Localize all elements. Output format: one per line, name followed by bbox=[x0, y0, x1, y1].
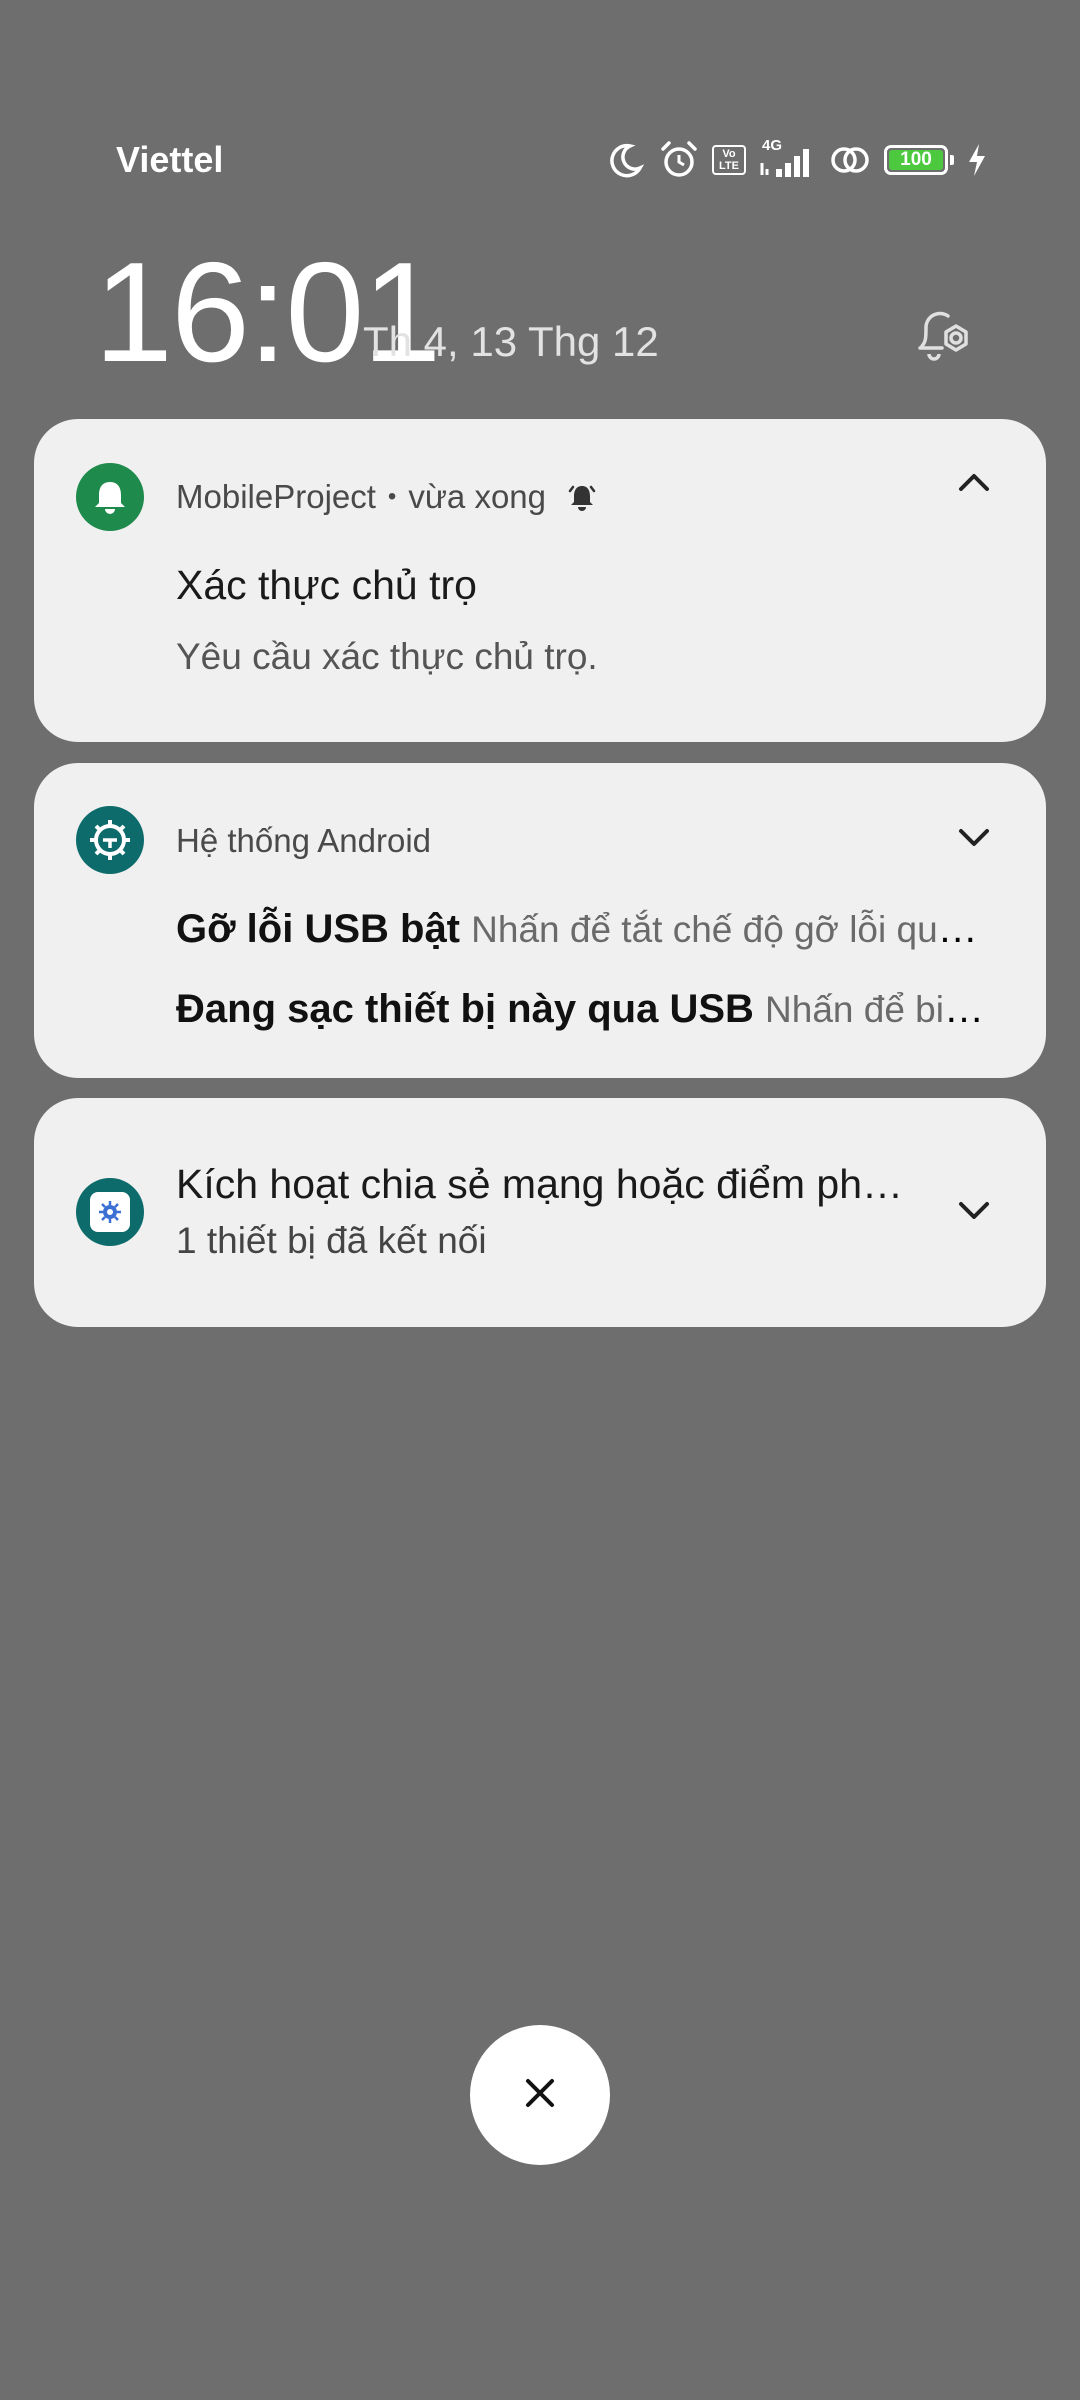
android-system-icon bbox=[76, 806, 144, 874]
volte-top-label: Vo bbox=[722, 148, 736, 160]
notification-settings-button[interactable] bbox=[912, 302, 978, 368]
clear-all-button[interactable] bbox=[470, 2025, 610, 2165]
notification-title: Xác thực chủ trọ bbox=[176, 562, 477, 608]
alarm-icon bbox=[658, 139, 700, 181]
battery-level: 100 bbox=[900, 149, 932, 170]
moon-icon bbox=[606, 140, 646, 180]
battery-icon: 100 bbox=[884, 145, 954, 175]
notification-shade: Viettel Vo LTE 4G 100 16:01 Th 4, 13 Thg… bbox=[0, 0, 1080, 2400]
expand-button[interactable] bbox=[944, 809, 1004, 869]
notification-card-tethering[interactable]: Kích hoạt chia sẻ mạng hoặc điểm phát só… bbox=[34, 1098, 1046, 1327]
row-title: Đang sạc thiết bị này qua USB bbox=[176, 987, 754, 1031]
chevron-up-icon bbox=[954, 463, 994, 508]
status-icons: Vo LTE 4G 100 bbox=[606, 134, 988, 186]
notification-body: 1 thiết bị đã kết nối bbox=[176, 1220, 487, 1261]
bell-icon bbox=[76, 463, 144, 531]
notification-settings-icon bbox=[912, 311, 978, 372]
expand-button[interactable] bbox=[944, 1182, 1004, 1242]
row-text: Nhấn để tắt chế độ gỡ lỗi qua USB bbox=[471, 909, 996, 950]
app-name: MobileProject bbox=[176, 478, 376, 515]
notification-header: Hệ thống Android bbox=[176, 819, 431, 863]
notification-time: vừa xong bbox=[408, 478, 546, 515]
notification-row-usb-debug[interactable]: Gỡ lỗi USB bật Nhấn để tắt chế độ gỡ lỗi… bbox=[176, 903, 996, 956]
carrier-label: Viettel bbox=[116, 139, 224, 180]
close-icon bbox=[520, 2073, 560, 2118]
notification-card-android-system[interactable]: Hệ thống Android Gỡ lỗi USB bật Nhấn để … bbox=[34, 763, 1046, 1078]
alert-bell-icon bbox=[566, 481, 598, 513]
chevron-down-icon bbox=[954, 1190, 994, 1235]
notification-card-mobileproject[interactable]: MobileProject • vừa xong Xác thực chủ tr… bbox=[34, 419, 1046, 742]
date-label: Th 4, 13 Thg 12 bbox=[363, 318, 659, 365]
collapse-button[interactable] bbox=[944, 455, 1004, 515]
volte-icon: Vo LTE bbox=[712, 145, 746, 175]
signal-icon: 4G bbox=[758, 137, 816, 181]
row-title: Gỡ lỗi USB bật bbox=[176, 907, 461, 951]
notification-body: Yêu cầu xác thực chủ trọ. bbox=[176, 636, 598, 677]
volte-bottom-label: LTE bbox=[719, 160, 739, 172]
charging-icon bbox=[966, 142, 988, 178]
notification-header: MobileProject • vừa xong bbox=[176, 475, 598, 519]
hotspot-icon bbox=[828, 140, 872, 180]
notification-row-usb-charging[interactable]: Đang sạc thiết bị này qua USB Nhấn để bi… bbox=[176, 983, 996, 1036]
app-name: Hệ thống Android bbox=[176, 822, 432, 859]
tethering-icon bbox=[76, 1178, 144, 1246]
chevron-down-icon bbox=[954, 817, 994, 862]
row-text: Nhấn để biết thêm tùy chọn bbox=[765, 989, 996, 1030]
separator-dot: • bbox=[387, 483, 397, 510]
notification-title: Kích hoạt chia sẻ mạng hoặc điểm phát só… bbox=[176, 1161, 906, 1207]
